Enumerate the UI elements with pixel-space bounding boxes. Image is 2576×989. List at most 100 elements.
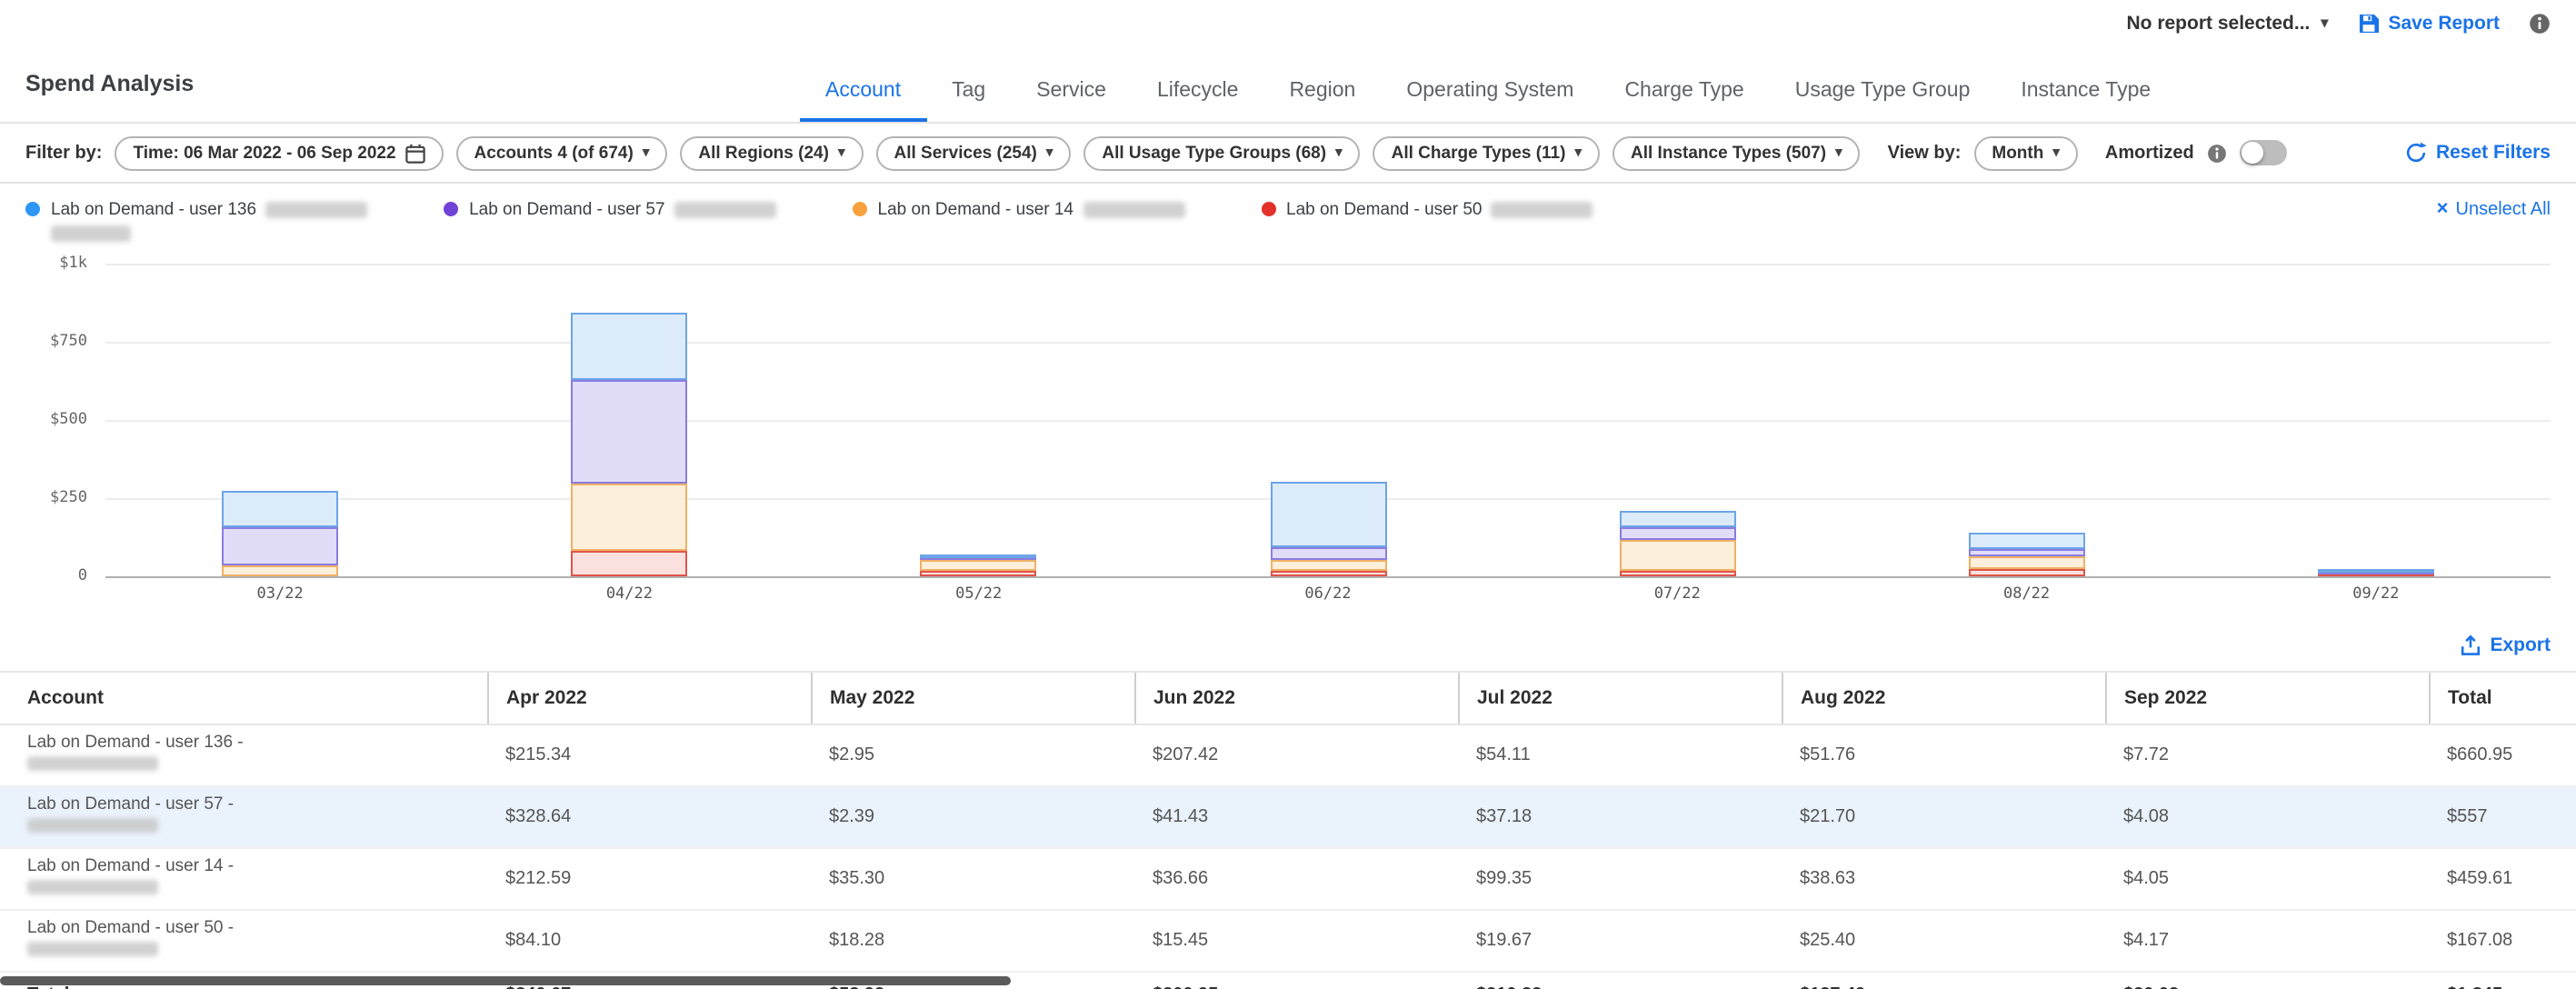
report-selector-dropdown[interactable]: No report selected... ▾ bbox=[2127, 13, 2329, 35]
column-header-sep-2022: Sep 2022 bbox=[2105, 672, 2429, 724]
pill-label: All Usage Type Groups (68) bbox=[1102, 143, 1326, 163]
chart-legend: Lab on Demand - user 136 Lab on Demand - … bbox=[0, 184, 2576, 245]
tab-usage-type-group[interactable]: Usage Type Group bbox=[1770, 62, 1996, 122]
tab-region[interactable]: Region bbox=[1263, 62, 1381, 122]
bar-segment-lab-on-demand-user-136-04-22[interactable] bbox=[571, 314, 687, 381]
account-cell: Lab on Demand - user 14 - bbox=[0, 848, 487, 910]
bar-segment-lab-on-demand-user-136-08-22[interactable] bbox=[1969, 534, 2085, 550]
info-glyph-icon bbox=[2529, 13, 2551, 35]
export-icon bbox=[2459, 634, 2481, 656]
filter-pill-accounts-4-of-674[interactable]: Accounts 4 (of 674)▾ bbox=[456, 135, 668, 170]
column-header-jun-2022: Jun 2022 bbox=[1134, 672, 1458, 724]
pill-label: All Regions (24) bbox=[698, 143, 829, 163]
tab-instance-type[interactable]: Instance Type bbox=[1995, 62, 2176, 122]
x-axis-tick: 04/22 bbox=[606, 585, 653, 604]
refresh-icon bbox=[2405, 142, 2427, 164]
tab-charge-type[interactable]: Charge Type bbox=[1599, 62, 1769, 122]
filter-pill-all-regions-24[interactable]: All Regions (24) ▾ bbox=[680, 135, 863, 170]
cell-value: $19.67 bbox=[1458, 910, 1782, 972]
tab-service[interactable]: Service bbox=[1011, 62, 1132, 122]
legend-label: Lab on Demand - user 14 bbox=[878, 200, 1073, 220]
redacted-account-name bbox=[27, 880, 158, 894]
y-axis-tick: $500 bbox=[50, 411, 87, 429]
cell-value: $36.66 bbox=[1134, 848, 1458, 910]
bar-segment-lab-on-demand-user-50-05-22[interactable] bbox=[921, 571, 1037, 576]
legend-dot bbox=[1261, 202, 1275, 216]
account-name: Lab on Demand - user 57 - bbox=[27, 794, 469, 814]
caret-down-icon: ▾ bbox=[838, 146, 845, 160]
bar-segment-lab-on-demand-user-136-06-22[interactable] bbox=[1270, 483, 1386, 547]
tab-tag[interactable]: Tag bbox=[926, 62, 1011, 122]
legend-label: Lab on Demand - user 136 bbox=[51, 200, 256, 220]
bar-segment-lab-on-demand-user-14-03-22[interactable] bbox=[222, 566, 338, 576]
legend-item-lab-on-demand-user-14[interactable]: Lab on Demand - user 14 bbox=[853, 198, 1184, 222]
pill-label: All Charge Types (11) bbox=[1392, 143, 1566, 163]
bar-segment-lab-on-demand-user-57-04-22[interactable] bbox=[571, 381, 687, 484]
bar-segment-lab-on-demand-user-14-05-22[interactable] bbox=[921, 560, 1037, 571]
export-button[interactable]: Export bbox=[2459, 634, 2551, 656]
view-by-dropdown[interactable]: Month ▾ bbox=[1973, 135, 2078, 170]
legend-item-lab-on-demand-user-50[interactable]: Lab on Demand - user 50 bbox=[1261, 198, 1593, 222]
bar-segment-lab-on-demand-user-14-06-22[interactable] bbox=[1270, 560, 1386, 572]
bar-segment-lab-on-demand-user-50-07-22[interactable] bbox=[1619, 570, 1735, 576]
cell-value: $54.11 bbox=[1458, 724, 1782, 786]
toggle-knob bbox=[2242, 142, 2263, 164]
filter-pill-all-services-254[interactable]: All Services (254)▾ bbox=[875, 135, 1071, 170]
bar-segment-lab-on-demand-user-14-04-22[interactable] bbox=[571, 484, 687, 550]
cell-value: $15.45 bbox=[1134, 910, 1458, 972]
filter-by-label: Filter by: bbox=[25, 143, 102, 163]
legend-dot bbox=[25, 202, 40, 216]
unselect-all-label: Unselect All bbox=[2456, 200, 2551, 220]
column-header-aug-2022: Aug 2022 bbox=[1782, 672, 2105, 724]
bar-segment-lab-on-demand-user-57-08-22[interactable] bbox=[1969, 550, 2085, 556]
filter-pill-all-charge-types-11[interactable]: All Charge Types (11)▾ bbox=[1373, 135, 1600, 170]
redacted-account-name bbox=[27, 942, 158, 956]
caret-down-icon: ▾ bbox=[1046, 146, 1053, 160]
bar-segment-lab-on-demand-user-14-07-22[interactable] bbox=[1619, 539, 1735, 570]
filter-pill-all-usage-type-groups-68[interactable]: All Usage Type Groups (68) ▾ bbox=[1083, 135, 1360, 170]
amortized-toggle[interactable] bbox=[2240, 140, 2287, 165]
caret-down-icon: ▾ bbox=[1335, 146, 1343, 160]
legend-item-lab-on-demand-user-136[interactable]: Lab on Demand - user 136 bbox=[25, 198, 367, 245]
gridline bbox=[105, 342, 2551, 344]
legend-lines: Lab on Demand - user 57 bbox=[469, 198, 775, 222]
bar-segment-lab-on-demand-user-136-03-22[interactable] bbox=[222, 490, 338, 528]
bar-segment-lab-on-demand-user-136-07-22[interactable] bbox=[1619, 511, 1735, 528]
table-head-row: AccountApr 2022May 2022Jun 2022Jul 2022A… bbox=[0, 672, 2576, 724]
info-icon[interactable] bbox=[2529, 13, 2551, 35]
bar-segment-lab-on-demand-user-50-06-22[interactable] bbox=[1270, 572, 1386, 576]
reset-filters-button[interactable]: Reset Filters bbox=[2405, 142, 2551, 164]
tab-operating-system[interactable]: Operating System bbox=[1381, 62, 1599, 122]
amortized-info-icon[interactable] bbox=[2207, 143, 2227, 163]
bar-segment-lab-on-demand-user-14-08-22[interactable] bbox=[1969, 556, 2085, 568]
legend-lines: Lab on Demand - user 50 bbox=[1286, 198, 1593, 222]
cell-value: $4.17 bbox=[2105, 910, 2429, 972]
legend-item-lab-on-demand-user-57[interactable]: Lab on Demand - user 57 bbox=[444, 198, 775, 222]
report-selector-label: No report selected... bbox=[2127, 13, 2311, 35]
horizontal-scrollbar-thumb[interactable] bbox=[0, 976, 1011, 985]
x-axis-tick: 06/22 bbox=[1304, 585, 1351, 604]
x-axis-tick: 05/22 bbox=[955, 585, 1002, 604]
account-cell: Lab on Demand - user 136 - bbox=[0, 724, 487, 786]
filter-pill-time-06-mar-2022-06-sep-2022[interactable]: Time: 06 Mar 2022 - 06 Sep 2022 bbox=[115, 135, 443, 170]
bar-segment-lab-on-demand-user-57-07-22[interactable] bbox=[1619, 527, 1735, 539]
bar-segment-lab-on-demand-user-136-09-22[interactable] bbox=[2318, 569, 2434, 573]
bar-segment-lab-on-demand-user-136-05-22[interactable] bbox=[921, 555, 1037, 559]
cell-value: $41.43 bbox=[1134, 786, 1458, 848]
total-value: $210.32 bbox=[1458, 972, 1782, 989]
tab-account[interactable]: Account bbox=[800, 62, 926, 122]
tab-lifecycle[interactable]: Lifecycle bbox=[1132, 62, 1264, 122]
account-name: Lab on Demand - user 14 - bbox=[27, 856, 469, 876]
bar-segment-lab-on-demand-user-57-03-22[interactable] bbox=[222, 528, 338, 566]
save-report-button[interactable]: Save Report bbox=[2357, 13, 2500, 35]
bar-segment-lab-on-demand-user-57-06-22[interactable] bbox=[1270, 547, 1386, 560]
redacted-account-name bbox=[27, 818, 158, 833]
unselect-all-button[interactable]: × Unselect All bbox=[2437, 200, 2551, 220]
spend-chart: $1k$750$500$2500 03/2204/2205/2206/2207/… bbox=[25, 253, 2551, 613]
redacted-text bbox=[1491, 202, 1593, 218]
filter-pill-all-instance-types-507[interactable]: All Instance Types (507)▾ bbox=[1612, 135, 1861, 170]
bar-segment-lab-on-demand-user-50-04-22[interactable] bbox=[571, 550, 687, 576]
bar-segment-lab-on-demand-user-50-08-22[interactable] bbox=[1969, 568, 2085, 576]
cell-value: $4.05 bbox=[2105, 848, 2429, 910]
cell-value: $51.76 bbox=[1782, 724, 2105, 786]
